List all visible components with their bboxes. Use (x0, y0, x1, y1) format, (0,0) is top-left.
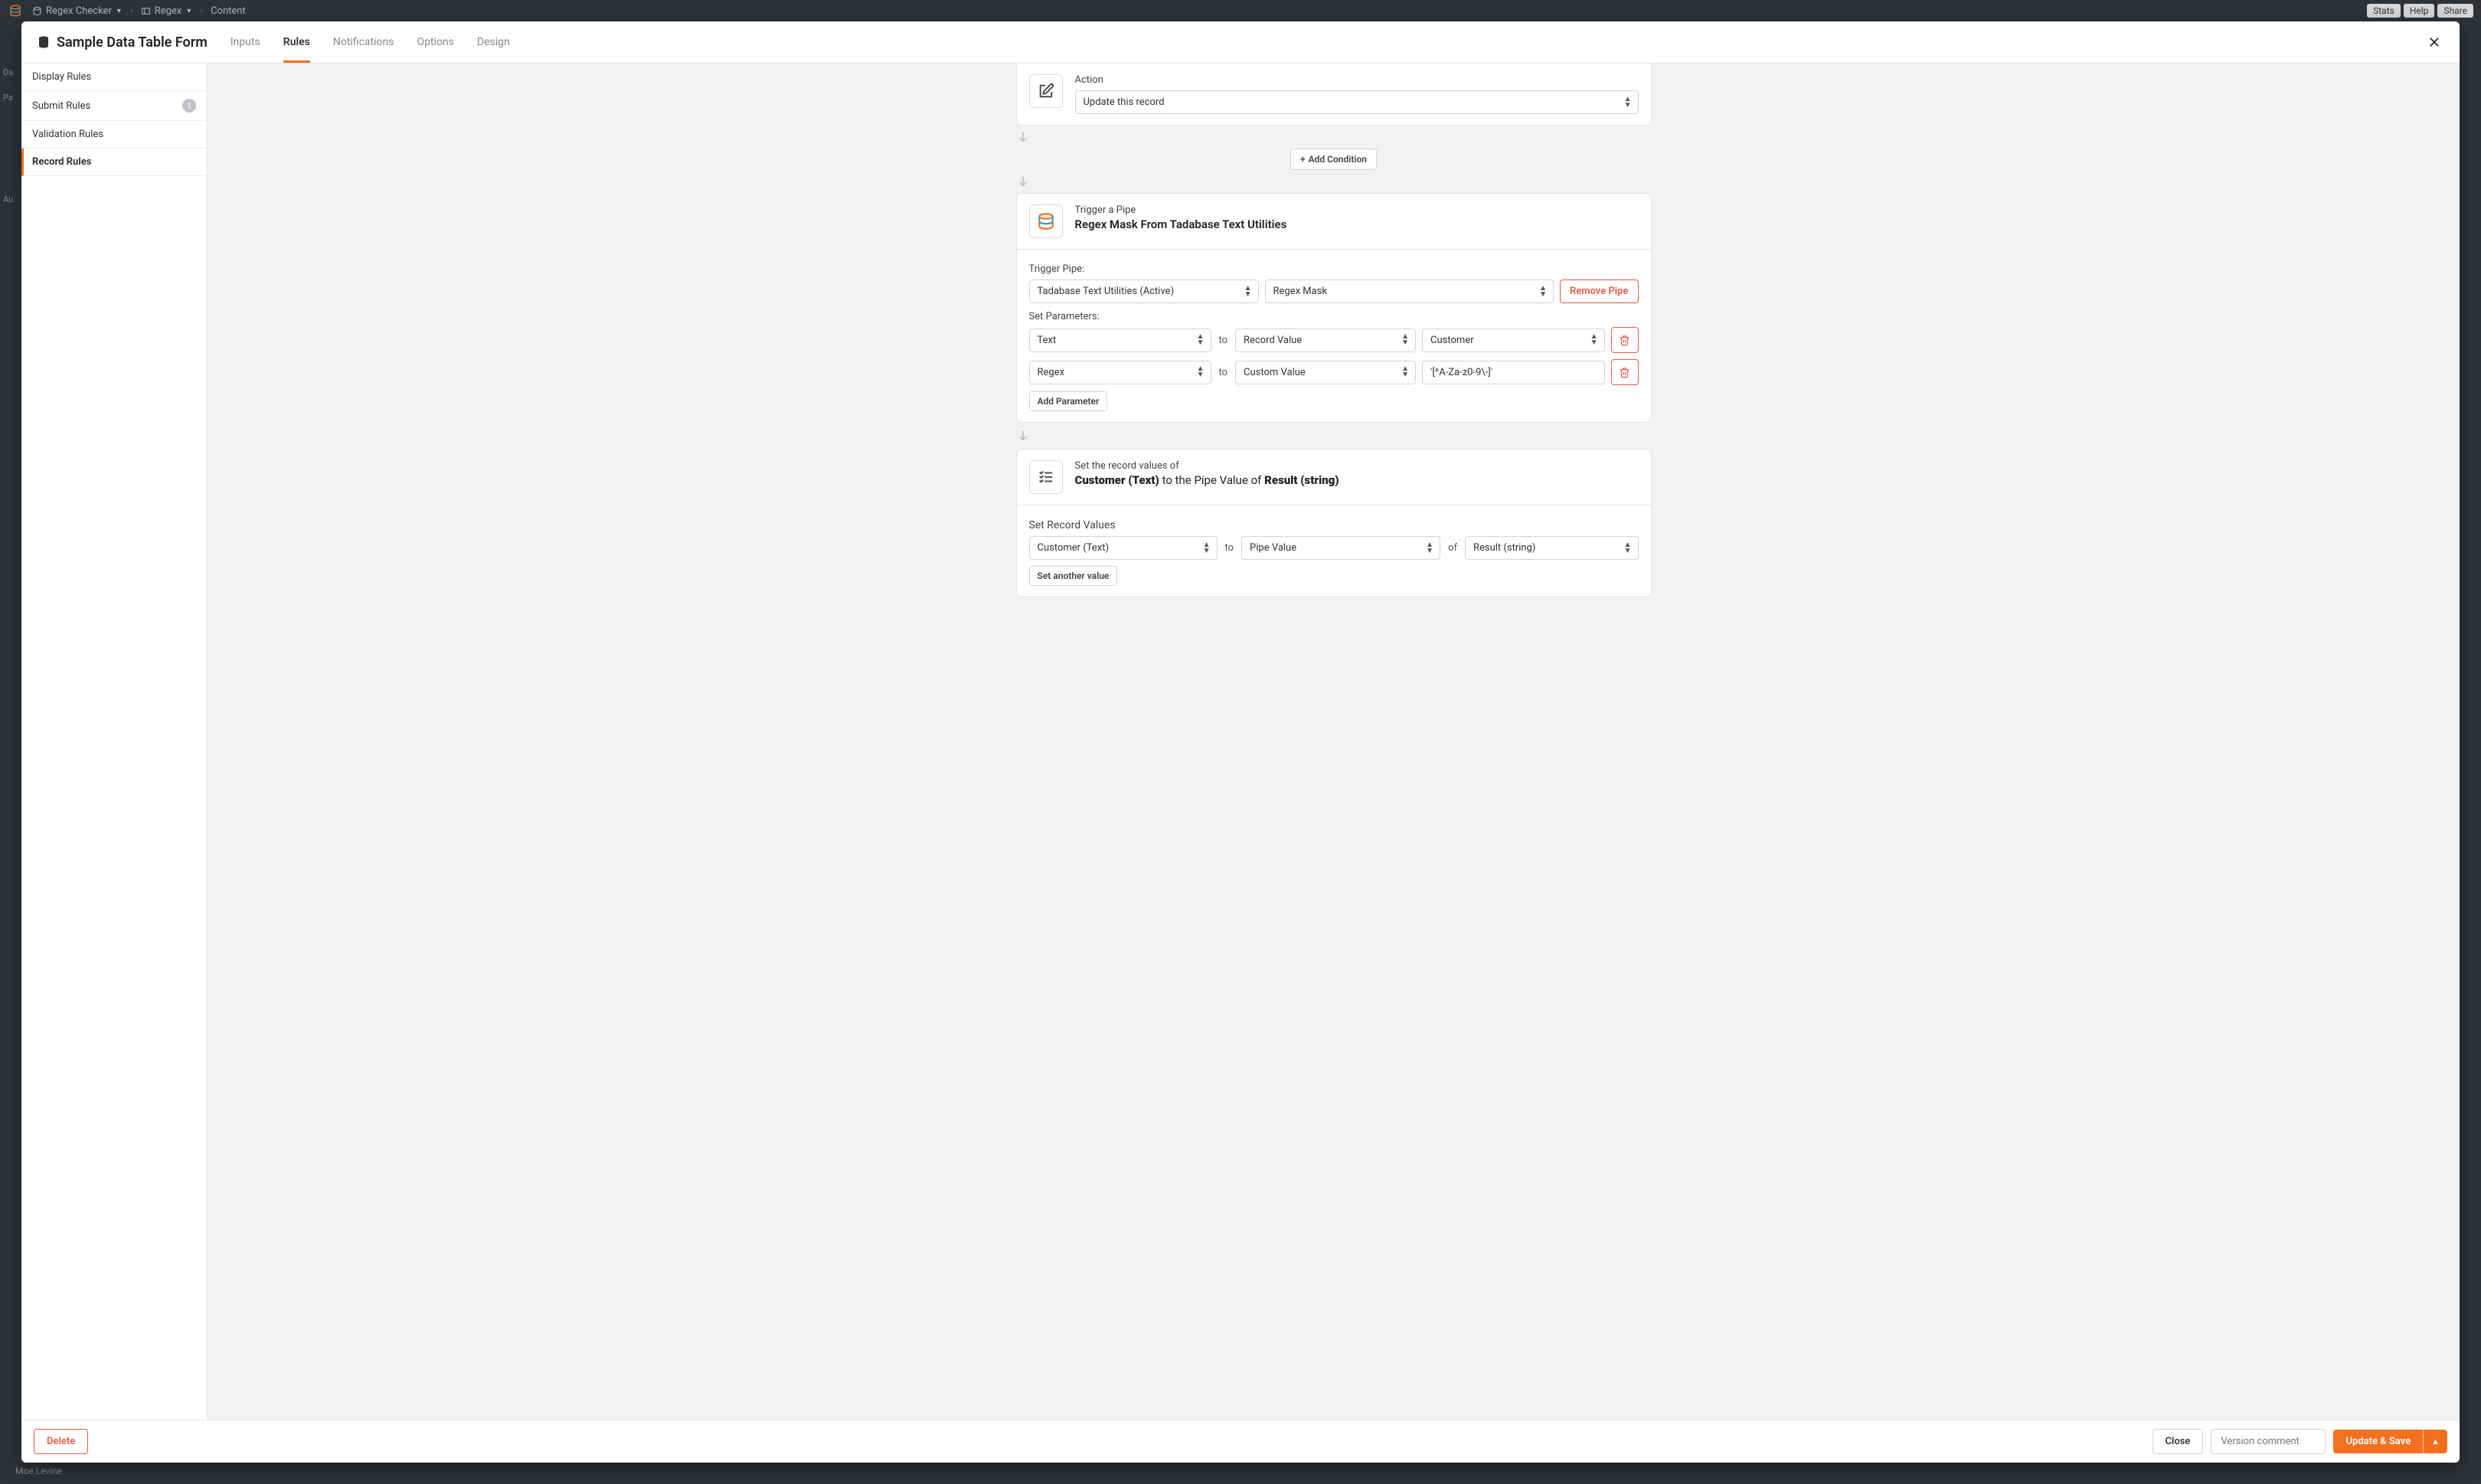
tab-rules[interactable]: Rules (283, 21, 310, 63)
topbar: Regex Checker ▼ › Regex ▼ › Content Stat… (0, 0, 2481, 21)
edit-icon (1029, 74, 1063, 108)
modal-footer: Delete Close Update & Save ▲ (21, 1420, 2460, 1463)
stats-button[interactable]: Stats (2367, 4, 2401, 18)
set-values-subtitle: Set the record values of (1075, 460, 1339, 472)
tabs: Inputs Rules Notifications Options Desig… (230, 21, 510, 63)
caret-icon: ▲▼ (1426, 542, 1433, 554)
record-field-select[interactable]: Customer (Text) ▲▼ (1029, 536, 1218, 560)
modal: Sample Data Table Form Inputs Rules Noti… (21, 21, 2460, 1463)
breadcrumb-page[interactable]: Regex ▼ (136, 5, 197, 17)
sidebar-item-label: Display Rules (32, 71, 91, 83)
pipe-card: Trigger a Pipe Regex Mask From Tadabase … (1016, 193, 1652, 423)
param-name-select[interactable]: Regex ▲▼ (1029, 361, 1211, 384)
sidebar-item-record-rules[interactable]: Record Rules (21, 149, 207, 176)
param-row: Text ▲▼ to Record Value ▲▼ Customer ▲▼ (1029, 327, 1639, 353)
remove-pipe-button[interactable]: Remove Pipe (1560, 279, 1639, 303)
app-logo-icon (8, 3, 23, 18)
sidebar-item-label: Submit Rules (32, 100, 90, 112)
record-source-select[interactable]: Pipe Value ▲▼ (1241, 536, 1440, 560)
pipe-method-select[interactable]: Regex Mask ▲▼ (1265, 279, 1554, 303)
caret-icon: ▲▼ (1590, 334, 1598, 346)
background-user: Moe Levine (15, 1466, 62, 1476)
to-label: to (1218, 335, 1230, 346)
arrow-down-icon (1016, 173, 1652, 190)
sidebar-item-validation-rules[interactable]: Validation Rules (21, 121, 207, 149)
param-name-select[interactable]: Text ▲▼ (1029, 329, 1211, 352)
set-values-title: Customer (Text) to the Pipe Value of Res… (1075, 473, 1339, 487)
delete-param-button[interactable] (1611, 359, 1639, 385)
delete-button[interactable]: Delete (34, 1429, 88, 1454)
to-label: to (1218, 367, 1230, 378)
caret-icon: ▲▼ (1203, 542, 1211, 554)
rules-sidebar: Display Rules Submit Rules 1 Validation … (21, 64, 208, 1420)
of-label: of (1446, 542, 1459, 554)
caret-icon: ▲▼ (1624, 542, 1632, 554)
pipe-card-subtitle: Trigger a Pipe (1075, 204, 1287, 216)
chevron-right-icon: › (200, 5, 203, 17)
caret-icon: ▲▼ (1244, 286, 1252, 298)
action-label: Action (1075, 74, 1639, 86)
tab-inputs[interactable]: Inputs (230, 21, 260, 63)
checklist-icon (1029, 460, 1063, 494)
breadcrumb-content[interactable]: Content (206, 5, 250, 17)
sidebar-item-label: Record Rules (32, 156, 91, 168)
modal-title: Sample Data Table Form (37, 34, 208, 51)
modal-header: Sample Data Table Form Inputs Rules Noti… (21, 21, 2460, 64)
param-type-select[interactable]: Record Value ▲▼ (1235, 329, 1416, 352)
trigger-pipe-label: Trigger Pipe: (1029, 263, 1639, 275)
pipe-card-title: Regex Mask From Tadabase Text Utilities (1075, 217, 1287, 231)
database-icon (37, 35, 51, 49)
caret-icon: ▲▼ (1624, 96, 1632, 109)
param-value-input[interactable]: '[^A-Za-z0-9\-]' (1422, 361, 1604, 384)
tab-design[interactable]: Design (477, 21, 510, 63)
set-record-values-label: Set Record Values (1029, 519, 1639, 531)
to-label: to (1224, 542, 1236, 554)
version-comment-input[interactable] (2211, 1429, 2326, 1454)
close-footer-button[interactable]: Close (2152, 1429, 2204, 1454)
tab-notifications[interactable]: Notifications (333, 21, 394, 63)
update-save-button[interactable]: Update & Save (2333, 1430, 2423, 1453)
arrow-down-icon (1016, 426, 1652, 446)
caret-icon: ▲▼ (1401, 366, 1409, 378)
pipe-icon (1029, 204, 1063, 238)
sidebar-item-label: Validation Rules (32, 129, 103, 140)
count-badge: 1 (182, 99, 196, 113)
param-value-select[interactable]: Customer ▲▼ (1422, 329, 1604, 352)
action-card: Action Update this record ▲▼ (1016, 64, 1652, 126)
caret-icon: ▲▼ (1197, 366, 1205, 378)
caret-icon: ▲▼ (1197, 334, 1205, 346)
record-result-select[interactable]: Result (string) ▲▼ (1465, 536, 1639, 560)
delete-param-button[interactable] (1611, 327, 1639, 353)
set-values-card: Set the record values of Customer (Text)… (1016, 449, 1652, 597)
pipe-select[interactable]: Tadabase Text Utilities (Active) ▲▼ (1029, 279, 1259, 303)
sidebar-item-submit-rules[interactable]: Submit Rules 1 (21, 91, 207, 121)
action-select[interactable]: Update this record ▲▼ (1075, 90, 1639, 114)
tab-options[interactable]: Options (417, 21, 453, 63)
param-type-select[interactable]: Custom Value ▲▼ (1235, 361, 1416, 384)
add-parameter-button[interactable]: Add Parameter (1029, 391, 1108, 411)
help-button[interactable]: Help (2404, 4, 2435, 18)
background-sidebar: Da Pa Au (0, 21, 15, 220)
set-params-label: Set Parameters: (1029, 311, 1639, 322)
sidebar-item-display-rules[interactable]: Display Rules (21, 64, 207, 91)
share-button[interactable]: Share (2437, 4, 2473, 18)
add-condition-button[interactable]: +Add Condition (1290, 149, 1377, 170)
chevron-right-icon: › (130, 5, 133, 17)
breadcrumb-app[interactable]: Regex Checker ▼ (28, 5, 127, 17)
record-value-row: Customer (Text) ▲▼ to Pipe Value ▲▼ of R… (1029, 536, 1639, 560)
caret-icon: ▲▼ (1401, 334, 1409, 346)
close-button[interactable] (2424, 32, 2444, 52)
content-area: Action Update this record ▲▼ +Add Condit… (208, 64, 2460, 1420)
update-save-dropdown[interactable]: ▲ (2423, 1430, 2447, 1453)
arrow-down-icon (1016, 129, 1652, 145)
set-another-value-button[interactable]: Set another value (1029, 566, 1118, 586)
caret-icon: ▲▼ (1539, 286, 1547, 298)
param-row: Regex ▲▼ to Custom Value ▲▼ '[^A-Za-z0-9… (1029, 359, 1639, 385)
